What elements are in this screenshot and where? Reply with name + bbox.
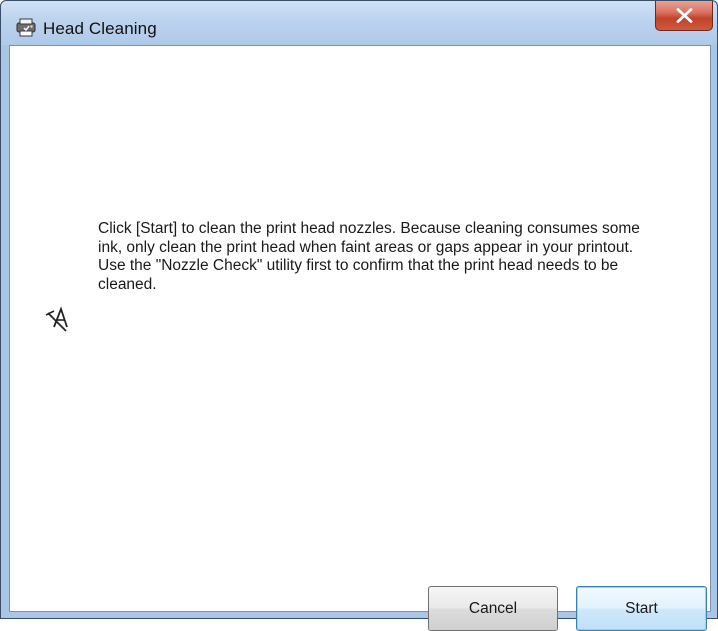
instructions-text: Click [Start] to clean the print head no… [98,220,640,293]
head-cleaning-window: Head Cleaning Click [Start] to clean the… [0,0,718,631]
close-button[interactable] [655,1,713,31]
title-bar[interactable]: Head Cleaning [1,1,717,45]
printer-head-icon [15,16,37,38]
window-title: Head Cleaning [43,19,157,38]
head-cleaning-icon [36,301,98,341]
dialog-client-area: Click [Start] to clean the print head no… [9,45,711,631]
start-button[interactable]: Start [576,586,707,631]
cancel-button[interactable]: Cancel [428,586,558,631]
